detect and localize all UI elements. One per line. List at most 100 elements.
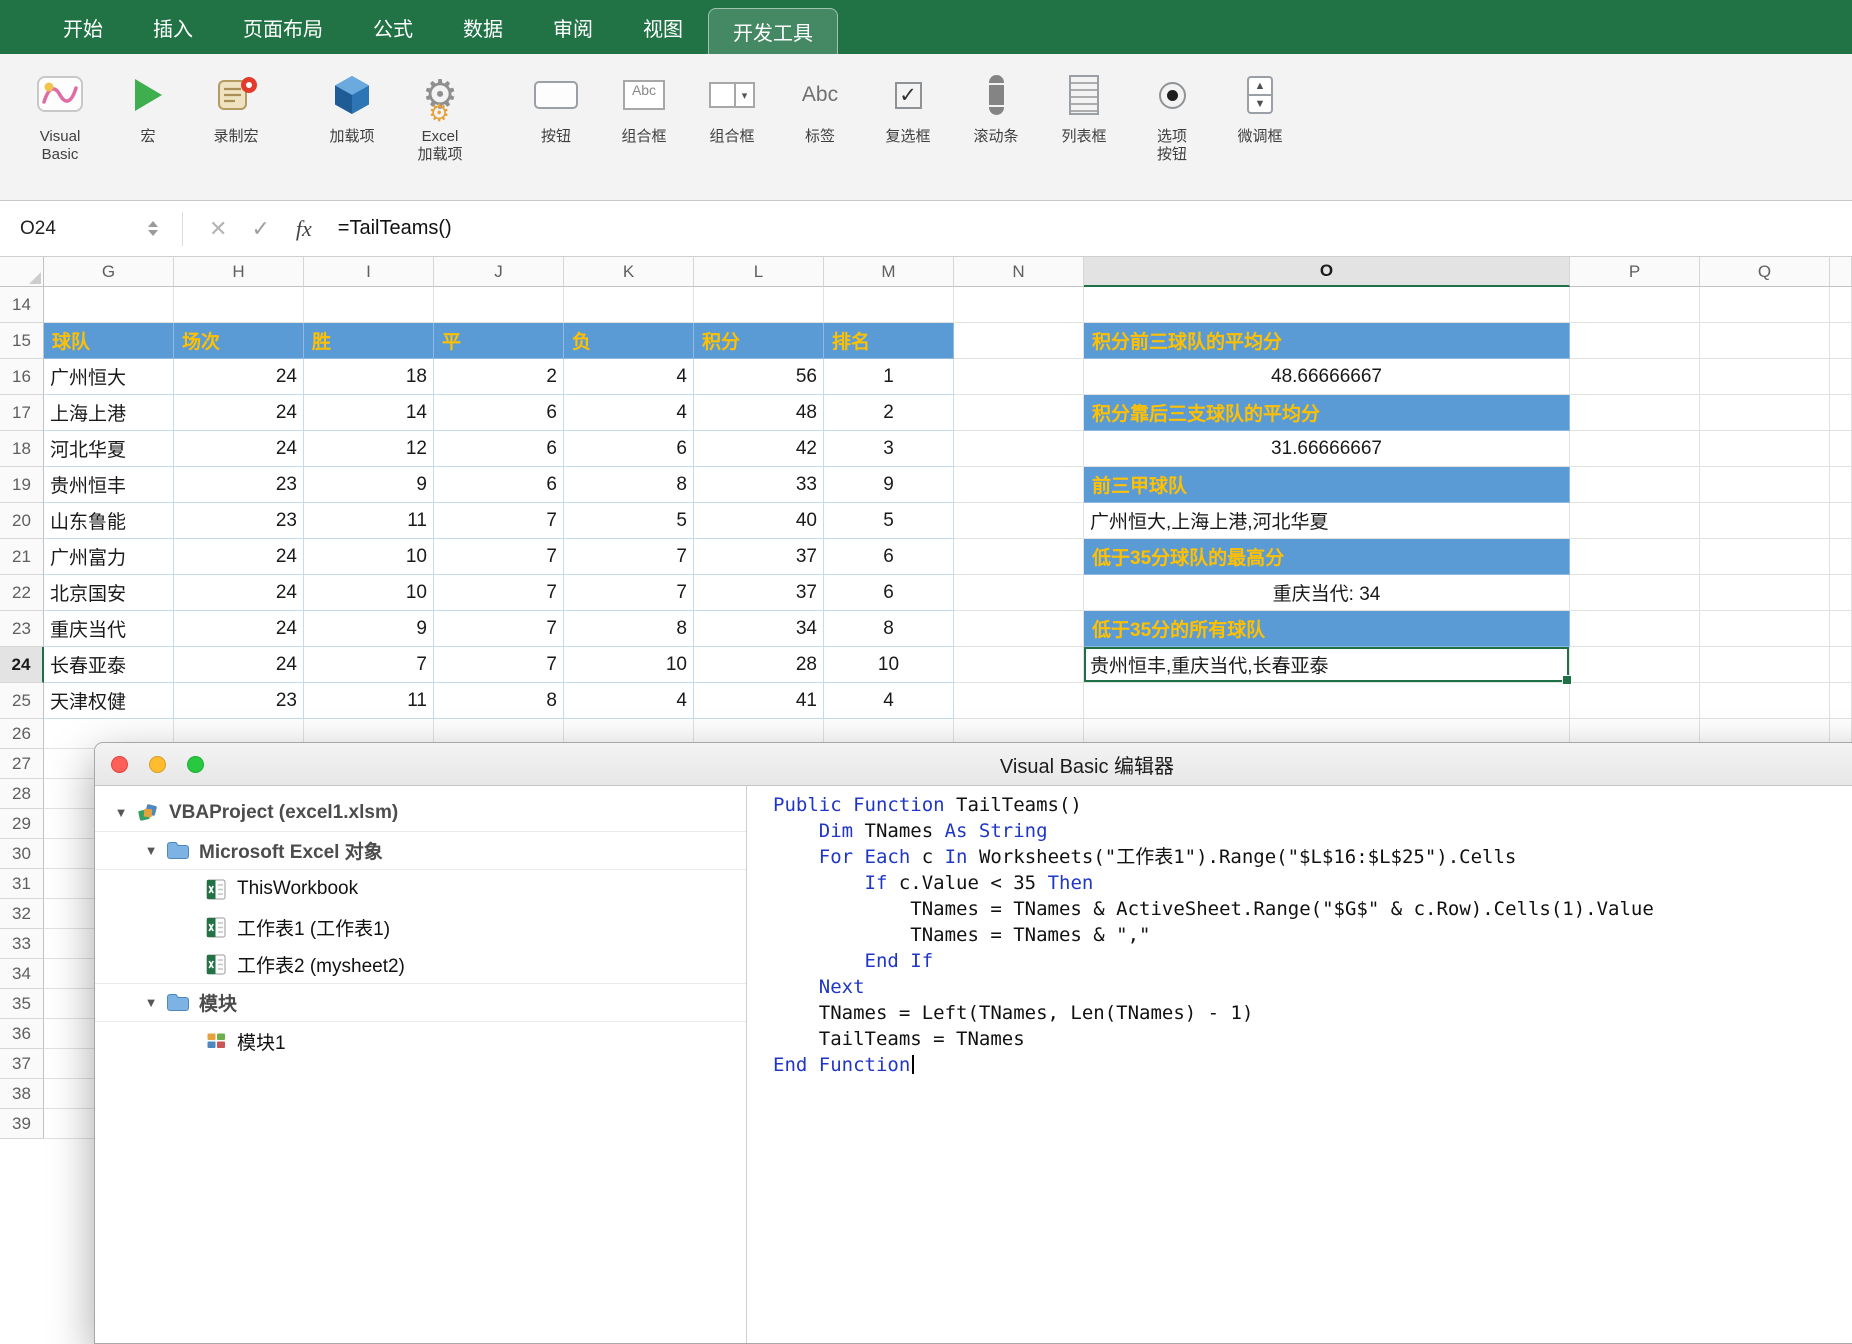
cell-H22[interactable]: 24 xyxy=(174,575,304,611)
checkbox-button[interactable]: ✓ 复选框 xyxy=(864,64,952,146)
cell-J25[interactable]: 8 xyxy=(434,683,564,719)
insert-function-icon[interactable]: fx xyxy=(296,216,312,242)
cell-H20[interactable]: 23 xyxy=(174,503,304,539)
cell-overflow-18[interactable] xyxy=(1830,431,1852,467)
tree-item-1[interactable]: ▼ Microsoft Excel 对象 xyxy=(95,832,746,870)
column-header-N[interactable]: N xyxy=(954,257,1084,287)
cell-P15[interactable] xyxy=(1570,323,1700,359)
tab-页面布局[interactable]: 页面布局 xyxy=(218,0,348,54)
cell-N15[interactable] xyxy=(954,323,1084,359)
cell-G14[interactable] xyxy=(44,287,174,323)
cell-P24[interactable] xyxy=(1570,647,1700,683)
cell-overflow-15[interactable] xyxy=(1830,323,1852,359)
cell-overflow-17[interactable] xyxy=(1830,395,1852,431)
cell-J23[interactable]: 7 xyxy=(434,611,564,647)
row-header-27[interactable]: 27 xyxy=(0,749,44,779)
cell-L14[interactable] xyxy=(694,287,824,323)
cell-J17[interactable]: 6 xyxy=(434,395,564,431)
cell-Q21[interactable] xyxy=(1700,539,1830,575)
row-header-36[interactable]: 36 xyxy=(0,1019,44,1049)
tab-公式[interactable]: 公式 xyxy=(348,0,438,54)
row-header-37[interactable]: 37 xyxy=(0,1049,44,1079)
cell-K15[interactable]: 负 xyxy=(564,323,694,359)
cell-H19[interactable]: 23 xyxy=(174,467,304,503)
row-header-28[interactable]: 28 xyxy=(0,779,44,809)
cell-I14[interactable] xyxy=(304,287,434,323)
cell-overflow-21[interactable] xyxy=(1830,539,1852,575)
cell-I19[interactable]: 9 xyxy=(304,467,434,503)
cell-M19[interactable]: 9 xyxy=(824,467,954,503)
cell-M16[interactable]: 1 xyxy=(824,359,954,395)
cell-M18[interactable]: 3 xyxy=(824,431,954,467)
cell-L19[interactable]: 33 xyxy=(694,467,824,503)
cell-H23[interactable]: 24 xyxy=(174,611,304,647)
cell-M23[interactable]: 8 xyxy=(824,611,954,647)
cell-P21[interactable] xyxy=(1570,539,1700,575)
cell-L24[interactable]: 28 xyxy=(694,647,824,683)
cell-O18[interactable]: 31.66666667 xyxy=(1084,431,1570,467)
cell-L21[interactable]: 37 xyxy=(694,539,824,575)
row-header-21[interactable]: 21 xyxy=(0,539,44,575)
cell-O23[interactable]: 低于35分的所有球队 xyxy=(1084,611,1570,647)
cell-I16[interactable]: 18 xyxy=(304,359,434,395)
row-header-38[interactable]: 38 xyxy=(0,1079,44,1109)
close-button[interactable] xyxy=(111,755,128,773)
combo-field-button[interactable]: Abc 组合框 xyxy=(600,64,688,146)
enter-icon[interactable]: ✓ xyxy=(251,216,269,242)
column-header-Q[interactable]: Q xyxy=(1700,257,1830,287)
cell-K24[interactable]: 10 xyxy=(564,647,694,683)
cell-G25[interactable]: 天津权健 xyxy=(44,683,174,719)
cell-J20[interactable]: 7 xyxy=(434,503,564,539)
cell-N14[interactable] xyxy=(954,287,1084,323)
cell-I25[interactable]: 11 xyxy=(304,683,434,719)
cell-H21[interactable]: 24 xyxy=(174,539,304,575)
row-header-24[interactable]: 24 xyxy=(0,647,44,683)
cell-K14[interactable] xyxy=(564,287,694,323)
macro-play-button[interactable]: 宏 xyxy=(104,64,192,146)
cell-Q17[interactable] xyxy=(1700,395,1830,431)
cell-N22[interactable] xyxy=(954,575,1084,611)
combo-dropdown-button[interactable]: ▾ 组合框 xyxy=(688,64,776,146)
cell-O17[interactable]: 积分靠后三支球队的平均分 xyxy=(1084,395,1570,431)
cell-L15[interactable]: 积分 xyxy=(694,323,824,359)
row-header-19[interactable]: 19 xyxy=(0,467,44,503)
disclosure-triangle-icon[interactable]: ▼ xyxy=(139,843,163,858)
code-editor[interactable]: Public Function TailTeams() Dim TNames A… xyxy=(747,786,1852,1343)
cell-O19[interactable]: 前三甲球队 xyxy=(1084,467,1570,503)
tree-item-0[interactable]: ▼ VBAProject (excel1.xlsm) xyxy=(95,794,746,832)
cell-H14[interactable] xyxy=(174,287,304,323)
cell-overflow-16[interactable] xyxy=(1830,359,1852,395)
cancel-icon[interactable]: ✕ xyxy=(209,216,227,242)
column-header-H[interactable]: H xyxy=(174,257,304,287)
cell-Q24[interactable] xyxy=(1700,647,1830,683)
tree-item-6[interactable]: 模块1 xyxy=(95,1022,746,1060)
vba-titlebar[interactable]: Visual Basic 编辑器 xyxy=(95,743,1852,786)
cell-H16[interactable]: 24 xyxy=(174,359,304,395)
formula-input[interactable]: =TailTeams() xyxy=(338,217,452,240)
cell-N19[interactable] xyxy=(954,467,1084,503)
name-box[interactable]: O24 xyxy=(0,218,138,240)
cell-G16[interactable]: 广州恒大 xyxy=(44,359,174,395)
cell-L20[interactable]: 40 xyxy=(694,503,824,539)
minimize-button[interactable] xyxy=(149,755,166,773)
column-header-L[interactable]: L xyxy=(694,257,824,287)
row-header-20[interactable]: 20 xyxy=(0,503,44,539)
tab-插入[interactable]: 插入 xyxy=(128,0,218,54)
cell-H24[interactable]: 24 xyxy=(174,647,304,683)
excel-add-ins-button[interactable]: ⚙ ⚙ Excel 加载项 xyxy=(396,64,484,164)
row-header-33[interactable]: 33 xyxy=(0,929,44,959)
tab-审阅[interactable]: 审阅 xyxy=(528,0,618,54)
select-all-corner[interactable] xyxy=(0,257,44,287)
cell-overflow-24[interactable] xyxy=(1830,647,1852,683)
row-header-31[interactable]: 31 xyxy=(0,869,44,899)
cell-H17[interactable]: 24 xyxy=(174,395,304,431)
row-header-14[interactable]: 14 xyxy=(0,287,44,323)
cell-Q19[interactable] xyxy=(1700,467,1830,503)
row-header-16[interactable]: 16 xyxy=(0,359,44,395)
cell-overflow-22[interactable] xyxy=(1830,575,1852,611)
cell-K25[interactable]: 4 xyxy=(564,683,694,719)
label-abc-button[interactable]: Abc 标签 xyxy=(776,64,864,146)
column-header-I[interactable]: I xyxy=(304,257,434,287)
cell-J18[interactable]: 6 xyxy=(434,431,564,467)
disclosure-triangle-icon[interactable]: ▼ xyxy=(139,995,163,1010)
